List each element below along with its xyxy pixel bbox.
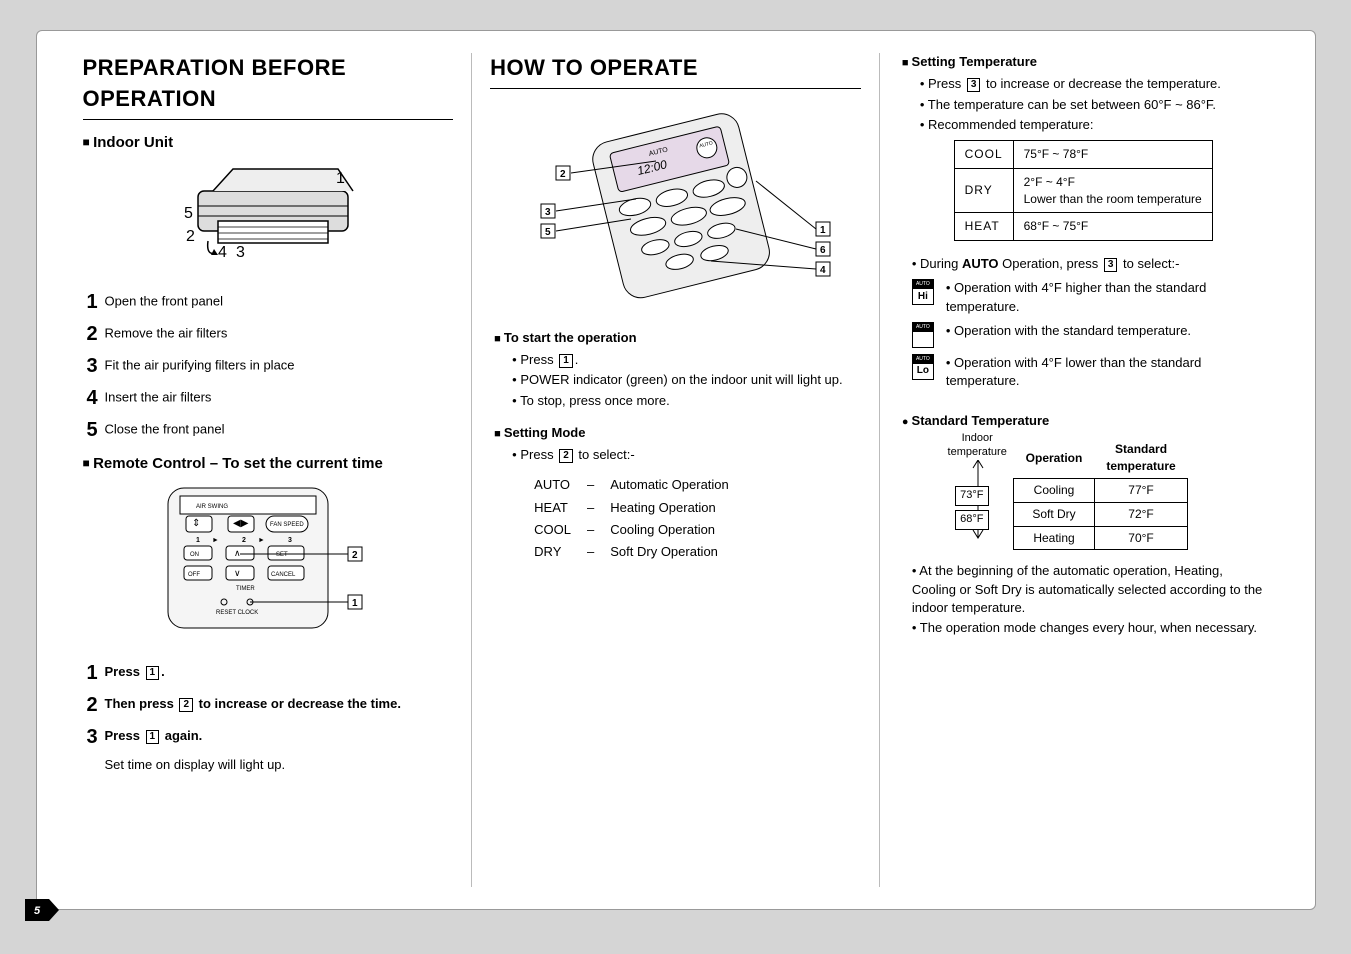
auto-hi-icon: AUTOHi xyxy=(912,279,934,305)
svg-text:5: 5 xyxy=(33,905,40,917)
auto-option-row: AUTOLo • Operation with 4°F lower than t… xyxy=(912,354,1269,390)
svg-text:SET: SET xyxy=(276,552,288,558)
auto-option-row: AUTO • Operation with the standard tempe… xyxy=(912,322,1269,348)
svg-text:2: 2 xyxy=(352,550,358,561)
svg-text:OFF: OFF xyxy=(188,572,200,578)
manual-page: PREPARATION BEFORE OPERATION Indoor Unit… xyxy=(36,30,1316,910)
svg-text:∧: ∧ xyxy=(234,548,241,558)
step-text: Insert the air filters xyxy=(105,389,212,404)
subheading-remote-control: Remote Control – To set the current time xyxy=(83,453,454,474)
bullet-item: The operation mode changes every hour, w… xyxy=(912,619,1269,637)
svg-text:FAN SPEED: FAN SPEED xyxy=(270,522,304,528)
bullet-item: The temperature can be set between 60°F … xyxy=(920,96,1269,114)
svg-text:►: ► xyxy=(258,537,265,544)
indoor-steps-list: 1Open the front panel 2Remove the air fi… xyxy=(87,289,454,443)
bullet-item: To stop, press once more. xyxy=(512,392,861,410)
std-notes: At the beginning of the automatic operat… xyxy=(912,562,1269,637)
heading-preparation: PREPARATION BEFORE OPERATION xyxy=(83,53,454,120)
svg-text:1: 1 xyxy=(336,170,345,187)
subheading-start: To start the operation xyxy=(494,329,861,347)
bullet-item: Recommended temperature: xyxy=(920,116,1269,134)
svg-text:►: ► xyxy=(212,537,219,544)
svg-text:6: 6 xyxy=(820,245,826,256)
page-number-badge: 5 xyxy=(25,899,59,921)
recommended-temp-table: COOL75°F ~ 78°F DRY2°F ~ 4°F Lower than … xyxy=(954,140,1213,241)
remote-note: Set time on display will light up. xyxy=(105,756,454,774)
remote-control-diagram: AIR SWING ⇕ ◀▶ FAN SPEED 1 2 3 ► ► ON OFF… xyxy=(138,482,398,642)
temp-bullets: Press 3 to increase or decrease the temp… xyxy=(920,75,1269,134)
svg-text:2: 2 xyxy=(560,169,566,180)
svg-text:5: 5 xyxy=(545,227,551,238)
svg-text:3: 3 xyxy=(236,244,245,261)
column-operate: HOW TO OPERATE AUTO 12:00 AUTO xyxy=(471,53,879,887)
subheading-standard-temp: Standard Temperature xyxy=(902,412,1269,430)
auto-line: During AUTO Operation, press 3 to select… xyxy=(912,255,1269,273)
standard-temp-table: Operation Standard temperature Cooling77… xyxy=(1013,438,1188,550)
svg-text:AIR SWING: AIR SWING xyxy=(196,504,228,510)
operate-remote-diagram: AUTO 12:00 AUTO 2 xyxy=(496,101,856,311)
step-text: Open the front panel xyxy=(105,293,224,308)
start-bullets: Press 1. POWER indicator (green) on the … xyxy=(512,351,861,410)
auto-std-icon: AUTO xyxy=(912,322,934,348)
svg-text:1: 1 xyxy=(352,598,358,609)
temp-threshold-box: 73°F xyxy=(955,486,988,505)
step-text: Fit the air purifying filters in place xyxy=(105,357,295,372)
svg-text:CANCEL: CANCEL xyxy=(271,572,296,578)
indoor-unit-diagram: 1 5 2 3 4 xyxy=(158,161,378,271)
auto-option-text: • Operation with 4°F higher than the sta… xyxy=(946,279,1269,315)
svg-text:1: 1 xyxy=(196,537,200,544)
subheading-setting-temp: Setting Temperature xyxy=(902,53,1269,71)
auto-lo-icon: AUTOLo xyxy=(912,354,934,380)
svg-text:5: 5 xyxy=(184,205,193,222)
standard-temp-diagram: Indoor temperature 73°F 68°F Operation S… xyxy=(943,438,1223,550)
svg-text:2: 2 xyxy=(242,537,246,544)
bullet-item: Press 3 to increase or decrease the temp… xyxy=(920,75,1269,93)
svg-text:RESET CLOCK: RESET CLOCK xyxy=(216,610,258,616)
bullet-item: Press 1. xyxy=(512,351,861,369)
column-temperature: Setting Temperature Press 3 to increase … xyxy=(879,53,1287,887)
heading-operate: HOW TO OPERATE xyxy=(490,53,861,89)
svg-text:2: 2 xyxy=(186,228,195,245)
auto-option-text: • Operation with the standard temperatur… xyxy=(946,322,1191,340)
step-text: Close the front panel xyxy=(105,421,225,436)
remote-steps-list: 1Press 1. 2Then press 2 to increase or d… xyxy=(87,660,454,750)
svg-text:∨: ∨ xyxy=(234,568,241,578)
bullet-item: At the beginning of the automatic operat… xyxy=(912,562,1269,617)
svg-text:◀▶: ◀▶ xyxy=(233,518,249,529)
svg-text:4: 4 xyxy=(218,244,227,261)
subheading-mode: Setting Mode xyxy=(494,424,861,442)
column-preparation: PREPARATION BEFORE OPERATION Indoor Unit… xyxy=(65,53,472,887)
svg-text:4: 4 xyxy=(820,265,826,276)
auto-option-row: AUTOHi • Operation with 4°F higher than … xyxy=(912,279,1269,315)
svg-text:TIMER: TIMER xyxy=(236,586,255,592)
bullet-item: During AUTO Operation, press 3 to select… xyxy=(912,255,1269,273)
mode-table: AUTO–Automatic Operation HEAT–Heating Op… xyxy=(526,474,737,563)
svg-text:3: 3 xyxy=(545,207,551,218)
svg-text:⇕: ⇕ xyxy=(192,518,200,529)
auto-option-text: • Operation with 4°F lower than the stan… xyxy=(946,354,1269,390)
subheading-indoor-unit: Indoor Unit xyxy=(83,132,454,153)
mode-press-list: Press 2 to select:- xyxy=(512,446,861,464)
bullet-item: POWER indicator (green) on the indoor un… xyxy=(512,371,861,389)
svg-text:1: 1 xyxy=(820,225,826,236)
temp-threshold-box: 68°F xyxy=(955,510,988,529)
svg-text:ON: ON xyxy=(190,552,199,558)
svg-text:3: 3 xyxy=(288,537,292,544)
step-text: Remove the air filters xyxy=(105,325,228,340)
bullet-item: Press 2 to select:- xyxy=(512,446,861,464)
